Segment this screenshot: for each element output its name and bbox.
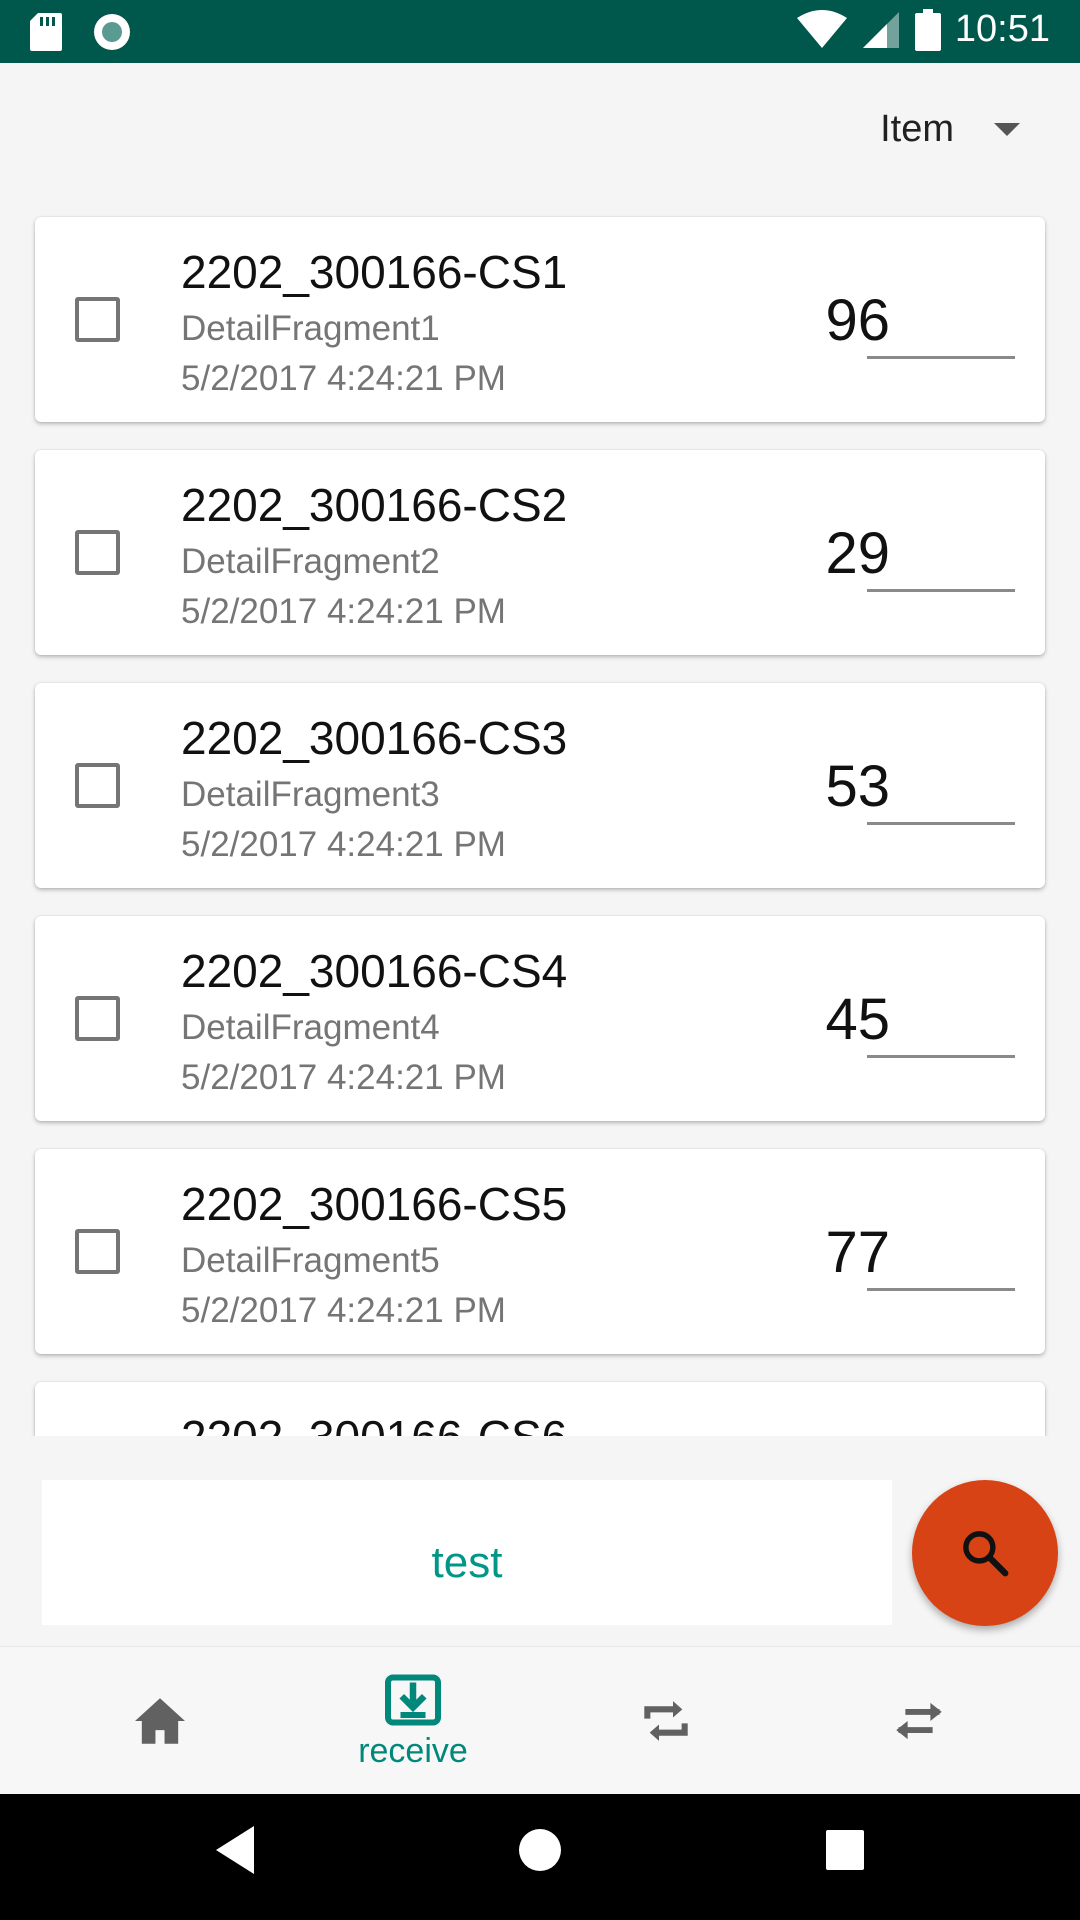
system-navigation-bar — [0, 1794, 1080, 1920]
quantity-input[interactable] — [867, 311, 1015, 359]
battery-icon — [914, 8, 941, 51]
quantity-input[interactable] — [867, 777, 1015, 825]
bottom-navigation: receive — [0, 1646, 1080, 1794]
nav-repeat[interactable] — [531, 1647, 801, 1795]
item-date: 5/2/2017 4:24:21 PM — [181, 359, 506, 398]
item-date: 5/2/2017 4:24:21 PM — [181, 592, 506, 631]
search-fab-button[interactable] — [912, 1480, 1058, 1626]
item-title: 2202_300166-CS6 — [181, 1410, 567, 1436]
item-checkbox[interactable] — [75, 297, 120, 342]
item-checkbox[interactable] — [75, 530, 120, 575]
quantity-input[interactable] — [867, 544, 1015, 592]
nav-receive-label: receive — [358, 1731, 468, 1770]
item-checkbox[interactable] — [75, 1229, 120, 1274]
wifi-icon — [796, 9, 847, 48]
status-left-icons — [30, 12, 132, 52]
item-date: 5/2/2017 4:24:21 PM — [181, 825, 506, 864]
sd-card-icon — [30, 13, 62, 51]
item-title: 2202_300166-CS2 — [181, 479, 568, 531]
status-time: 10:51 — [954, 8, 1050, 50]
list-item[interactable]: 2202_300166-CS1 DetailFragment1 5/2/2017… — [35, 217, 1045, 422]
record-icon — [94, 14, 130, 50]
item-subtitle: DetailFragment3 — [181, 775, 440, 814]
dropdown-selected-label: Item — [880, 108, 954, 150]
item-subtitle: DetailFragment5 — [181, 1241, 440, 1280]
item-date: 5/2/2017 4:24:21 PM — [181, 1058, 506, 1097]
home-icon — [135, 1698, 185, 1744]
item-list[interactable]: 2202_300166-CS1 DetailFragment1 5/2/2017… — [0, 200, 1080, 1436]
quantity-input[interactable] — [867, 1243, 1015, 1291]
item-title: 2202_300166-CS5 — [181, 1178, 568, 1230]
item-date: 5/2/2017 4:24:21 PM — [181, 1291, 506, 1330]
nav-receive[interactable]: receive — [278, 1647, 548, 1795]
list-item[interactable]: 2202_300166-CS3 DetailFragment3 5/2/2017… — [35, 683, 1045, 888]
item-title: 2202_300166-CS1 — [181, 246, 568, 298]
list-item[interactable]: 2202_300166-CS2 DetailFragment2 5/2/2017… — [35, 450, 1045, 655]
search-icon — [963, 1531, 1009, 1577]
list-item[interactable]: 2202_300166-CS6 — [35, 1382, 1045, 1436]
receive-icon — [385, 1674, 441, 1725]
item-filter-dropdown[interactable]: Item — [880, 108, 1020, 151]
chevron-down-icon — [994, 123, 1020, 136]
swap-icon — [896, 1702, 942, 1740]
status-right-icons: 10:51 — [796, 8, 1050, 51]
item-title: 2202_300166-CS4 — [181, 945, 568, 997]
nav-home[interactable] — [25, 1647, 295, 1795]
recents-icon[interactable] — [824, 1824, 866, 1876]
item-subtitle: DetailFragment4 — [181, 1008, 440, 1047]
item-checkbox[interactable] — [75, 996, 120, 1041]
home-circle-icon[interactable] — [517, 1824, 563, 1876]
list-item[interactable]: 2202_300166-CS5 DetailFragment5 5/2/2017… — [35, 1149, 1045, 1354]
item-subtitle: DetailFragment1 — [181, 309, 440, 348]
item-subtitle: DetailFragment2 — [181, 542, 440, 581]
nav-swap[interactable] — [784, 1647, 1054, 1795]
item-title: 2202_300166-CS3 — [181, 712, 568, 764]
status-bar: 10:51 — [0, 0, 1080, 63]
quantity-input[interactable] — [867, 1010, 1015, 1058]
test-button[interactable]: test — [42, 1480, 892, 1625]
back-icon[interactable] — [214, 1824, 258, 1876]
item-checkbox[interactable] — [75, 763, 120, 808]
signal-icon — [862, 11, 899, 48]
list-item[interactable]: 2202_300166-CS4 DetailFragment4 5/2/2017… — [35, 916, 1045, 1121]
repeat-icon — [644, 1701, 688, 1741]
